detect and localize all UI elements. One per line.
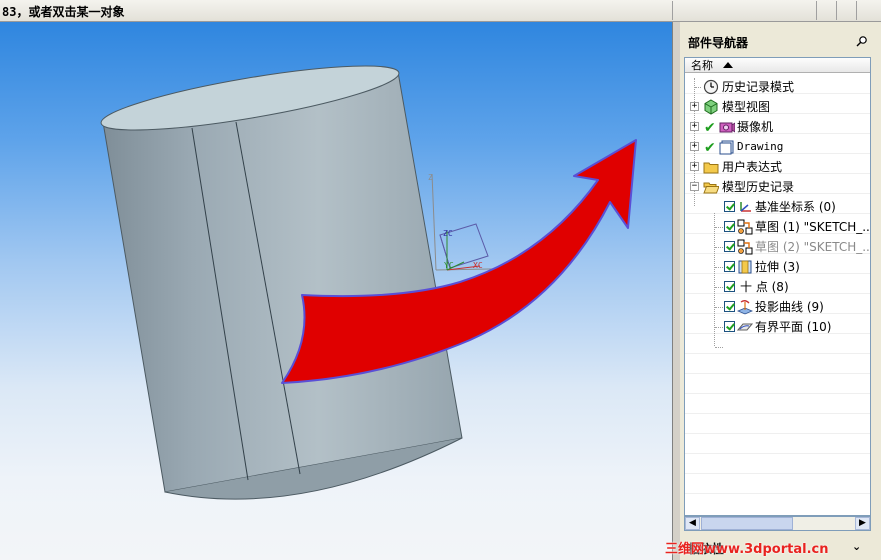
- visibility-checkbox[interactable]: [724, 261, 735, 272]
- drawing-icon: [719, 140, 734, 155]
- visibility-checkbox[interactable]: [724, 201, 735, 212]
- axis-label-z: Z: [428, 173, 433, 182]
- tree-node-label: 摄像机: [737, 120, 774, 134]
- watermark: 三维网www.3dportal.cn: [665, 542, 829, 557]
- tree-node-label: 草图 (2) "SKETCH_...: [755, 240, 871, 254]
- axis-label-yc: YC: [444, 261, 454, 270]
- horizontal-scrollbar[interactable]: ◀ ▶: [684, 516, 871, 531]
- clock-icon: [703, 79, 719, 95]
- navigator-tree[interactable]: 名称 历史记录模式 + 模型视图 + ✔ 摄像机 + ✔ Drawing + 用…: [684, 57, 871, 516]
- tree-node-model-history[interactable]: − 模型历史记录: [685, 177, 870, 197]
- chevron-down-icon[interactable]: ⌄: [852, 540, 861, 553]
- tree-node-label: 投影曲线 (9): [755, 300, 824, 314]
- expand-toggle[interactable]: +: [690, 102, 699, 111]
- folder-open-icon: [703, 182, 719, 194]
- tree-node-sketch-1[interactable]: 草图 (1) "SKETCH_...: [685, 217, 870, 237]
- row-divider: [685, 453, 870, 454]
- tree-node-projected-curve[interactable]: 投影曲线 (9): [685, 297, 870, 317]
- status-divider: [816, 1, 817, 20]
- tree-node-label: 模型历史记录: [722, 180, 795, 194]
- visibility-checkbox[interactable]: [724, 221, 735, 232]
- row-divider: [685, 373, 870, 374]
- status-divider: [672, 1, 673, 20]
- tree-node-label: 有界平面 (10): [755, 320, 832, 334]
- visibility-checkbox[interactable]: [724, 301, 735, 312]
- projected-curve-icon: [737, 300, 753, 315]
- tree-node-history-mode[interactable]: 历史记录模式: [685, 77, 870, 97]
- datum-csys-icon: [740, 202, 751, 212]
- status-bar: 83，或者双击某一对象: [0, 0, 881, 22]
- row-divider: [685, 473, 870, 474]
- model-views-icon: [704, 99, 718, 115]
- tree-node-user-expressions[interactable]: + 用户表达式: [685, 157, 870, 177]
- tree-node-cameras[interactable]: + ✔ 摄像机: [685, 117, 870, 137]
- visibility-checkbox[interactable]: [724, 241, 735, 252]
- extrude-icon: [738, 260, 752, 274]
- camera-icon: [719, 122, 735, 133]
- collapse-toggle[interactable]: −: [690, 182, 699, 191]
- tree-node-bounded-plane[interactable]: 有界平面 (10): [685, 317, 870, 337]
- scroll-left-button[interactable]: ◀: [685, 517, 700, 530]
- tree-node-model-views[interactable]: + 模型视图: [685, 97, 870, 117]
- part-navigator: 部件导航器 名称 历史记录模式 + 模型视图 + ✔ 摄像机 + ✔ Drawi…: [680, 22, 881, 560]
- sort-ascending-icon: [723, 62, 733, 68]
- tree-node-label: 模型视图: [722, 100, 771, 114]
- folder-icon: [703, 162, 719, 174]
- tree-node-label: 草图 (1) "SKETCH_...: [755, 220, 871, 234]
- navigator-title: 部件导航器: [688, 36, 749, 50]
- expand-toggle[interactable]: +: [690, 162, 699, 171]
- viewport-scene: ZC YC XC Z X: [98, 53, 637, 500]
- panel-splitter[interactable]: [672, 22, 680, 560]
- row-divider: [685, 493, 870, 494]
- tree-node-sketch-2[interactable]: 草图 (2) "SKETCH_...: [685, 237, 870, 257]
- expand-toggle[interactable]: +: [690, 122, 699, 131]
- axis-label-xc: XC: [473, 261, 483, 270]
- status-divider: [856, 1, 857, 20]
- tree-node-extrude[interactable]: 拉伸 (3): [685, 257, 870, 277]
- tree-node-drawing[interactable]: + ✔ Drawing: [685, 137, 870, 157]
- row-divider: [685, 433, 870, 434]
- visibility-checkbox[interactable]: [724, 281, 735, 292]
- scroll-right-button[interactable]: ▶: [855, 517, 870, 530]
- row-divider: [685, 353, 870, 354]
- tree-node-label: Drawing: [737, 140, 784, 153]
- axis-label-zc: ZC: [443, 229, 453, 238]
- expand-toggle[interactable]: +: [690, 142, 699, 151]
- graphics-viewport[interactable]: ZC YC XC Z X: [0, 22, 672, 560]
- row-divider: [685, 413, 870, 414]
- tree-node-label: 拉伸 (3): [755, 260, 800, 274]
- tree-connector: [715, 347, 723, 348]
- checkmark-icon: ✔: [704, 120, 716, 136]
- checkmark-icon: ✔: [704, 140, 716, 156]
- tree-node-label: 基准坐标系 (0): [755, 200, 836, 214]
- status-message: 83，或者双击某一对象: [2, 5, 125, 19]
- pin-icon[interactable]: [856, 35, 868, 47]
- status-divider: [836, 1, 837, 20]
- sketch-icon: [737, 239, 753, 255]
- tree-node-label: 十 点 (8): [740, 280, 789, 294]
- cylinder-body[interactable]: [98, 53, 463, 500]
- tree-node-label: 用户表达式: [722, 160, 783, 174]
- tree-node-point[interactable]: 十 点 (8): [685, 277, 870, 297]
- column-header-label: 名称: [691, 59, 713, 72]
- visibility-checkbox[interactable]: [724, 321, 735, 332]
- tree-node-datum-csys[interactable]: 基准坐标系 (0): [685, 197, 870, 217]
- row-divider: [685, 393, 870, 394]
- bounded-plane-icon: [737, 323, 753, 331]
- column-header-name[interactable]: 名称: [685, 58, 870, 73]
- scrollbar-thumb[interactable]: [701, 517, 793, 530]
- tree-node-label: 历史记录模式: [722, 80, 795, 94]
- sketch-icon: [737, 219, 753, 235]
